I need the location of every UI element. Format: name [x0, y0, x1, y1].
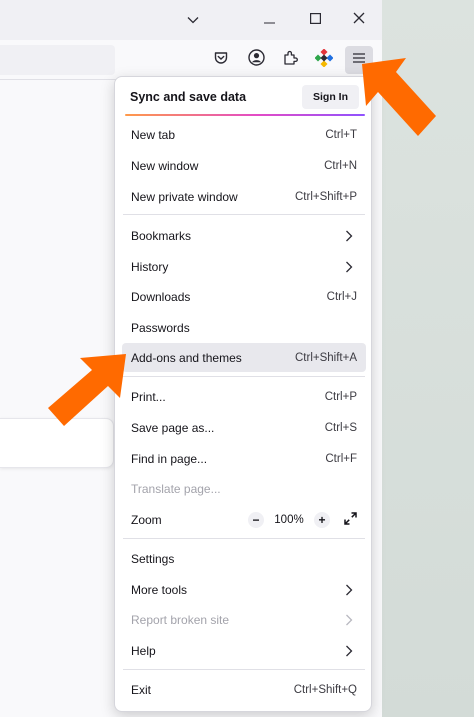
minimize-button[interactable] [246, 0, 292, 40]
chevron-right-icon [343, 261, 355, 273]
menu-separator [123, 669, 365, 670]
menu-item-zoom: Zoom − 100% + [122, 505, 366, 534]
sync-header-title: Sync and save data [130, 90, 247, 104]
menu-item-label: Settings [131, 551, 175, 566]
menu-item-passwords[interactable]: Passwords [122, 313, 366, 342]
chevron-right-icon [343, 645, 355, 657]
zoom-out-button[interactable]: − [248, 511, 264, 528]
menu-item-downloads[interactable]: Downloads Ctrl+J [122, 282, 366, 311]
sync-header: Sync and save data Sign In [115, 77, 371, 117]
zoom-reset-button[interactable]: 100% [274, 514, 304, 526]
menu-item-new-window[interactable]: New window Ctrl+N [122, 151, 366, 180]
colorful-extension-button[interactable] [310, 46, 338, 74]
annotation-arrow-icon [48, 354, 126, 426]
menu-item-label: New private window [131, 189, 238, 204]
menu-item-settings[interactable]: Settings [122, 544, 366, 573]
extensions-icon [282, 49, 299, 71]
menu-item-shortcut: Ctrl+Shift+P [295, 190, 357, 203]
menu-separator [123, 538, 365, 539]
menu-item-label: Print... [131, 389, 166, 404]
maximize-button[interactable] [292, 0, 338, 40]
menu-item-shortcut: Ctrl+F [325, 452, 357, 465]
menu-item-label: New window [131, 158, 199, 173]
accent-separator [125, 114, 365, 116]
menu-item-help[interactable]: Help [122, 636, 366, 665]
menu-item-label: Bookmarks [131, 228, 192, 243]
chevron-down-icon [187, 11, 199, 29]
pocket-button[interactable] [207, 46, 235, 74]
title-bar [0, 0, 382, 40]
menu-item-label: Zoom [131, 512, 162, 527]
chevron-right-icon [343, 584, 355, 596]
close-icon [353, 11, 365, 29]
menu-item-shortcut: Ctrl+J [326, 290, 357, 303]
menu-item-label: Translate page... [131, 481, 221, 496]
menu-item-label: Report broken site [131, 612, 230, 627]
account-icon [247, 49, 265, 71]
menu-item-print[interactable]: Print... Ctrl+P [122, 382, 366, 411]
zoom-in-button[interactable]: + [314, 511, 330, 528]
chevron-right-icon [343, 614, 355, 626]
menu-item-label: New tab [131, 127, 176, 142]
menu-item-label: Exit [131, 682, 152, 697]
menu-item-label: Find in page... [131, 451, 208, 466]
menu-item-translate-page: Translate page... [122, 474, 366, 503]
menu-item-add-ons-and-themes[interactable]: Add-ons and themes Ctrl+Shift+A [122, 343, 366, 372]
menu-separator [123, 376, 365, 377]
pocket-icon [213, 50, 229, 71]
menu-item-shortcut: Ctrl+Shift+A [295, 351, 357, 364]
menu-item-label: Passwords [131, 320, 190, 335]
menu-item-new-tab[interactable]: New tab Ctrl+T [122, 120, 366, 149]
application-menu: Sync and save data Sign In New tab Ctrl+… [114, 76, 372, 712]
menu-item-report-broken-site: Report broken site [122, 605, 366, 634]
list-all-tabs-button[interactable] [170, 0, 216, 40]
menu-item-label: Help [131, 643, 156, 658]
account-button[interactable] [242, 46, 270, 74]
menu-item-bookmarks[interactable]: Bookmarks [122, 221, 366, 250]
fullscreen-button[interactable] [344, 511, 357, 528]
menu-item-label: Save page as... [131, 420, 215, 435]
colorful-extension-icon [314, 47, 334, 72]
menu-item-new-private-window[interactable]: New private window Ctrl+Shift+P [122, 182, 366, 211]
menu-item-label: History [131, 259, 169, 274]
menu-item-more-tools[interactable]: More tools [122, 575, 366, 604]
zoom-controls: − 100% + [248, 511, 357, 528]
menu-item-exit[interactable]: Exit Ctrl+Shift+Q [122, 675, 366, 704]
fullscreen-icon [344, 511, 357, 528]
annotation-arrow-icon [362, 58, 436, 136]
menu-item-label: Downloads [131, 289, 191, 304]
menu-item-shortcut: Ctrl+T [325, 128, 357, 141]
menu-item-history[interactable]: History [122, 252, 366, 281]
maximize-icon [309, 11, 321, 29]
menu-separator [123, 214, 365, 215]
extensions-button[interactable] [276, 46, 304, 74]
menu-item-save-page-as[interactable]: Save page as... Ctrl+S [122, 413, 366, 442]
close-window-button[interactable] [336, 0, 382, 40]
menu-item-shortcut: Ctrl+N [324, 159, 357, 172]
menu-item-label: More tools [131, 582, 188, 597]
menu-item-shortcut: Ctrl+Shift+Q [293, 683, 357, 696]
menu-item-shortcut: Ctrl+S [324, 421, 357, 434]
menu-item-find-in-page[interactable]: Find in page... Ctrl+F [122, 444, 366, 473]
url-bar[interactable] [0, 45, 115, 75]
sign-in-button[interactable]: Sign In [302, 85, 359, 109]
chevron-right-icon [343, 230, 355, 242]
menu-item-label: Add-ons and themes [131, 350, 242, 365]
minimize-icon [263, 11, 275, 29]
menu-item-shortcut: Ctrl+P [324, 390, 357, 403]
